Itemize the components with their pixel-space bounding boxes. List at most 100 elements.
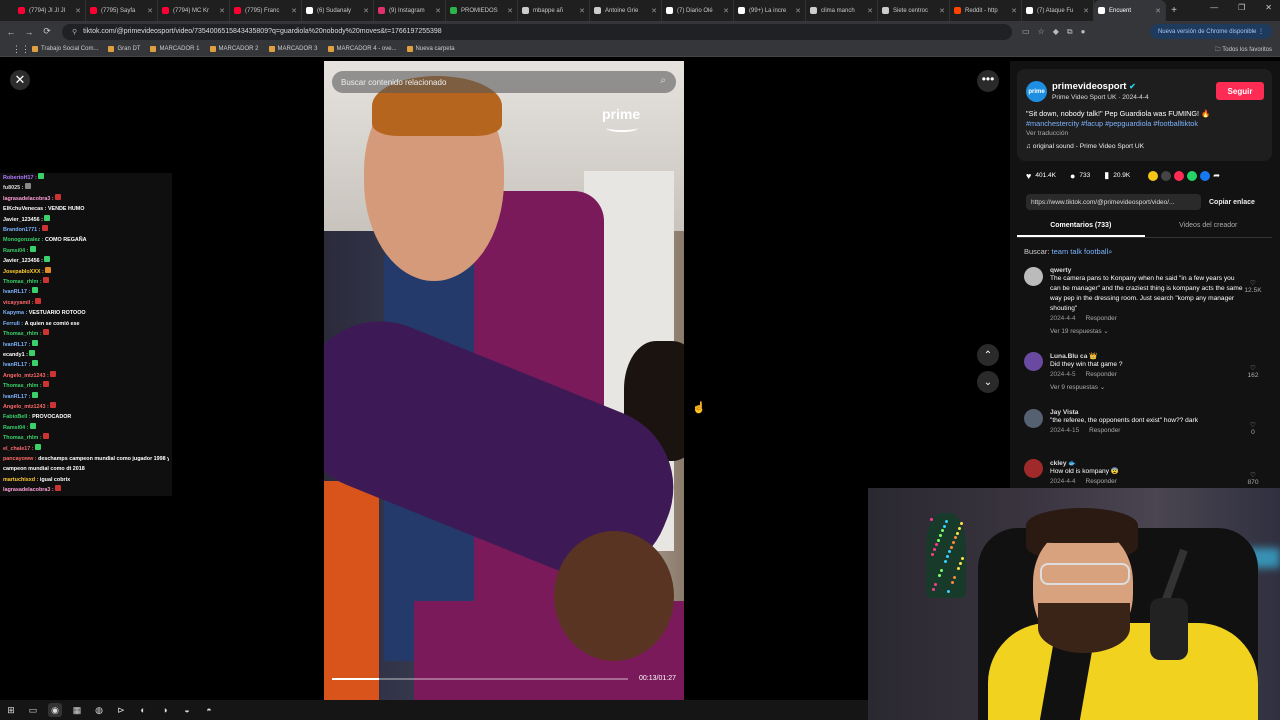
taskbar-app-icon[interactable]: ◉ [48, 703, 62, 717]
comment-like-button[interactable]: ♡ 12.5K [1242, 279, 1264, 294]
bookmark-item[interactable]: Trabajo Social Com... [32, 46, 98, 52]
copy-link-button[interactable]: Copiar enlace [1209, 199, 1255, 206]
comment-like-button[interactable]: ♡ 0 [1242, 421, 1264, 436]
forward-icon[interactable]: → [22, 27, 36, 37]
comment-avatar[interactable] [1024, 352, 1043, 371]
bookmark-item[interactable]: Gran DT [108, 46, 140, 52]
tab-close-icon[interactable]: ✕ [219, 7, 225, 15]
tab-close-icon[interactable]: ✕ [1083, 7, 1089, 15]
browser-tab[interactable]: PROMIEDOS ✕ [446, 0, 518, 21]
browser-tab[interactable]: (99+) La incre ✕ [734, 0, 806, 21]
profile-icon[interactable]: ● [1081, 27, 1086, 37]
tab-close-icon[interactable]: ✕ [651, 7, 657, 15]
tab-close-icon[interactable]: ✕ [1011, 7, 1017, 15]
view-replies-button[interactable]: Ver 19 respuestas ⌄ [1050, 327, 1245, 335]
browser-tab[interactable]: mbappe añ ✕ [518, 0, 590, 21]
taskbar-app-icon[interactable]: ◐ [136, 703, 150, 717]
extensions-puzzle-icon[interactable]: ⧉ [1067, 27, 1073, 37]
send-icon[interactable] [1174, 170, 1185, 181]
browser-tab[interactable]: (9) Instagram ✕ [374, 0, 446, 21]
taskbar-app-icon[interactable]: ⊳ [114, 703, 128, 717]
tab-creator-videos[interactable]: Videos del creador [1145, 216, 1273, 237]
taskbar-app-icon[interactable]: ◍ [92, 703, 106, 717]
url-field[interactable]: ⚲ tiktok.com/@primevideosport/video/7354… [62, 23, 1012, 40]
minimize-icon[interactable]: — [1210, 3, 1218, 12]
tab-close-icon[interactable]: ✕ [867, 7, 873, 15]
reply-button[interactable]: Responder [1089, 427, 1120, 434]
comment-username[interactable]: qwerty [1050, 267, 1245, 274]
bookmark-item[interactable]: MARCADOR 1 [150, 46, 200, 52]
tab-close-icon[interactable]: ✕ [723, 7, 729, 15]
taskbar-app-icon[interactable]: ◒ [180, 703, 194, 717]
all-bookmarks[interactable]: 🗀 Todos los favoritos [1215, 45, 1272, 55]
browser-tab[interactable]: (7) Diario Olé ✕ [662, 0, 734, 21]
save-button[interactable]: ▮ 20.9K [1104, 170, 1130, 181]
browser-tab[interactable]: (6) Sudanaly ✕ [302, 0, 374, 21]
browser-tab[interactable]: (7794) MC Kr ✕ [158, 0, 230, 21]
whatsapp-icon[interactable] [1187, 170, 1198, 181]
taskbar-app-icon[interactable]: ⊞ [4, 703, 18, 717]
browser-tab[interactable]: clima manch ✕ [806, 0, 878, 21]
new-tab-button[interactable]: + [1166, 5, 1182, 16]
reply-button[interactable]: Responder [1086, 478, 1117, 485]
browser-tab[interactable]: Reddit - http ✕ [950, 0, 1022, 21]
creator-avatar[interactable]: prime [1026, 81, 1047, 102]
bookmark-item[interactable]: MARCADOR 2 [209, 46, 259, 52]
related-search-suggestion[interactable]: Buscar: team talk football⌕ [1024, 247, 1112, 257]
chrome-update-button[interactable]: Nueva versión de Chrome disponible ⋮ [1149, 24, 1272, 39]
browser-tab[interactable]: Antoine Grie ✕ [590, 0, 662, 21]
comment-avatar[interactable] [1024, 267, 1043, 286]
facebook-icon[interactable] [1200, 170, 1211, 181]
original-sound-link[interactable]: ♫ original sound - Prime Video Sport UK [1026, 143, 1144, 150]
tab-close-icon[interactable]: ✕ [795, 7, 801, 15]
reply-button[interactable]: Responder [1086, 371, 1117, 378]
tab-close-icon[interactable]: ✕ [1155, 7, 1161, 15]
tab-close-icon[interactable]: ✕ [147, 7, 153, 15]
embed-icon[interactable] [1161, 170, 1172, 181]
tab-close-icon[interactable]: ✕ [75, 7, 81, 15]
like-button[interactable]: ♥ 401.4K [1026, 171, 1056, 181]
close-video-button[interactable]: ✕ [10, 70, 30, 90]
taskbar-app-icon[interactable]: ◑ [158, 703, 172, 717]
related-search-input[interactable]: Buscar contenido relacionado ⌕ [332, 71, 676, 93]
share-link-field[interactable]: https://www.tiktok.com/@primevideosport/… [1026, 194, 1201, 210]
browser-tab[interactable]: (7795) Sayfa ✕ [86, 0, 158, 21]
follow-button[interactable]: Seguir [1216, 82, 1264, 100]
reply-button[interactable]: Responder [1086, 315, 1117, 322]
video-player[interactable]: Buscar contenido relacionado ⌕ prime 00:… [324, 61, 684, 700]
site-info-icon[interactable]: ⚲ [72, 28, 77, 36]
more-options-button[interactable]: ••• [977, 70, 999, 92]
browser-tab[interactable]: Siete centroc ✕ [878, 0, 950, 21]
see-translation-link[interactable]: Ver traducción [1026, 130, 1068, 137]
close-window-icon[interactable]: ✕ [1265, 3, 1272, 12]
apps-icon[interactable]: ⋮⋮ [12, 44, 30, 55]
comment-like-button[interactable]: ♡ 870 [1242, 471, 1264, 486]
bookmark-item[interactable]: MARCADOR 4 - ove... [327, 46, 397, 52]
extension-icon[interactable]: ◆ [1053, 27, 1059, 37]
next-video-button[interactable]: ⌄ [977, 371, 999, 393]
browser-tab[interactable]: (7794) JI JI JI ✕ [14, 0, 86, 21]
bookmark-star-icon[interactable]: ☆ [1038, 27, 1045, 37]
comment-avatar[interactable] [1024, 459, 1043, 478]
taskbar-app-icon[interactable]: ▭ [26, 703, 40, 717]
tab-close-icon[interactable]: ✕ [507, 7, 513, 15]
back-icon[interactable]: ← [4, 27, 18, 37]
reload-icon[interactable]: ⟳ [40, 26, 54, 37]
tab-close-icon[interactable]: ✕ [435, 7, 441, 15]
tab-close-icon[interactable]: ✕ [939, 7, 945, 15]
taskbar-app-icon[interactable]: ◓ [202, 703, 216, 717]
previous-video-button[interactable]: ⌃ [977, 344, 999, 366]
browser-tab[interactable]: (7) Ataque Fu ✕ [1022, 0, 1094, 21]
repost-icon[interactable] [1148, 170, 1159, 181]
tab-close-icon[interactable]: ✕ [579, 7, 585, 15]
browser-tab[interactable]: Encuent ✕ [1094, 0, 1166, 21]
hashtags[interactable]: #manchestercity #facup #pepguardiola #fo… [1026, 119, 1198, 128]
browser-tab[interactable]: (7795) Franc ✕ [230, 0, 302, 21]
comment-username[interactable]: Jay Vista [1050, 409, 1245, 416]
search-icon[interactable]: ⌕ [660, 75, 666, 86]
bookmark-item[interactable]: MARCADOR 3 [268, 46, 318, 52]
comment-avatar[interactable] [1024, 409, 1043, 428]
comment-username[interactable]: Luna.Blu ca 👑 [1050, 352, 1245, 360]
bookmark-item[interactable]: Nueva carpeta [406, 46, 455, 52]
maximize-icon[interactable]: ❐ [1238, 3, 1245, 12]
